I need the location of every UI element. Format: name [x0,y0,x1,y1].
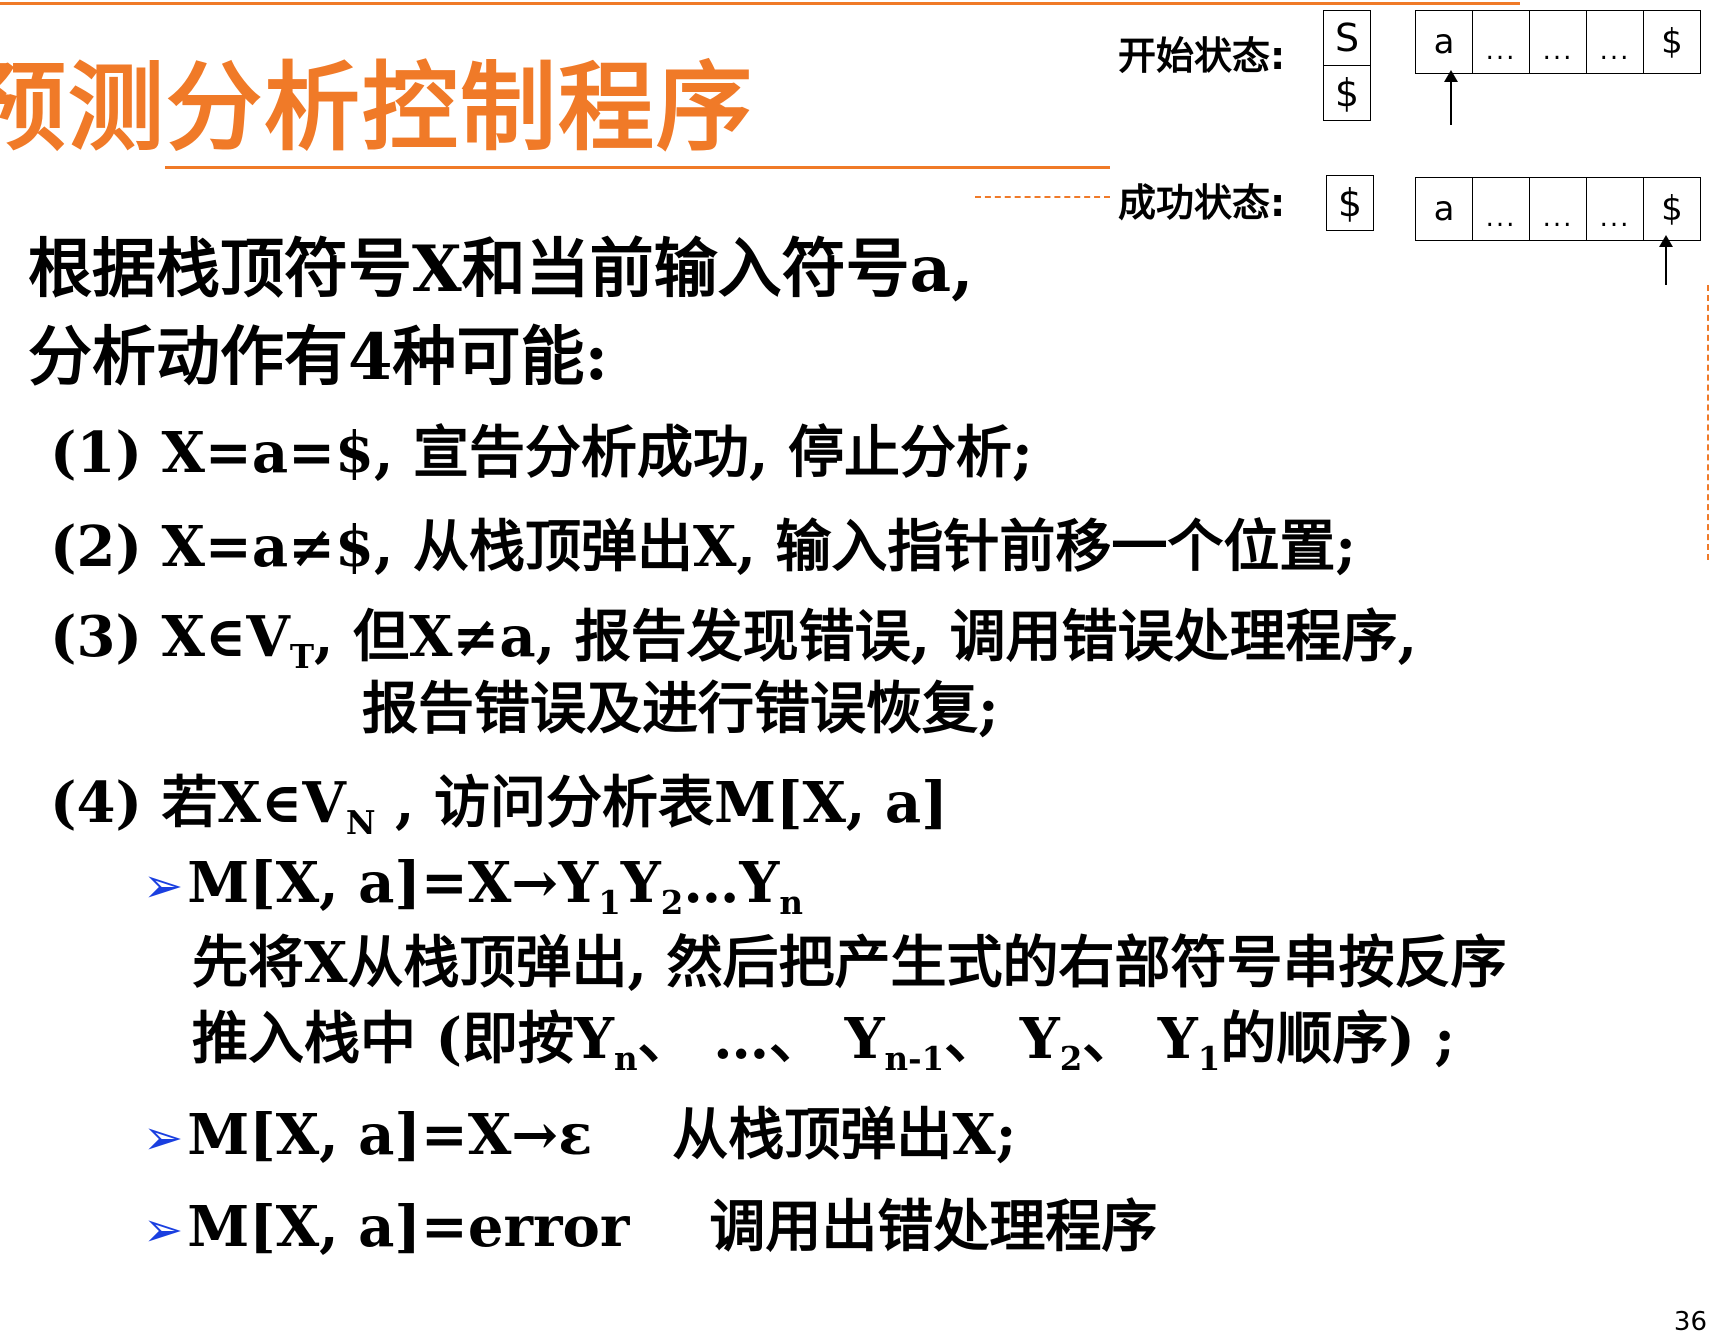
bullet-1-line-3-subscript: n [613,1040,638,1079]
case-3-text: (3) X∈V [50,604,290,670]
dashed-connector [975,196,1110,198]
input-pointer-arrow [1444,70,1458,125]
bullet-1-text: Y [620,850,661,916]
bullet-2: ➢M[X, a]=X→ε 从栈顶弹出X; [143,1090,1016,1171]
bullet-3-text: 调用出错处理程序 [709,1194,1158,1260]
case-3-text: , 但X≠a, 报告发现错误, 调用错误处理程序, [313,604,1418,670]
case-4-text: , 访问分析表M[X, a] [375,770,948,836]
bullet-1-subscript: 2 [660,884,684,923]
tape-cell: $ [1643,11,1700,73]
bullet-1-line-3-text: 的顺序) ; [1220,1006,1456,1072]
bullet-1-line-3-subscript: n-1 [884,1040,945,1079]
success-stack: $ [1326,175,1374,231]
bullet-1-text: M[X, a]=X→Y [187,850,599,916]
success-input-tape: a ... ... ... $ [1415,177,1701,241]
bullet-arrow-icon: ➢ [143,858,184,914]
intro-line-2: 分析动作有4种可能: [28,320,609,395]
bullet-1-line-3-subscript: 1 [1197,1040,1221,1079]
bullet-arrow-icon: ➢ [143,1202,184,1258]
bullet-1-subscript: n [779,884,803,923]
bullet-arrow-icon: ➢ [143,1110,184,1166]
case-3-line-2: 报告错误及进行错误恢复; [362,676,999,742]
bullet-1-line-3: 推入栈中 (即按Yn、 …、 Yn-1、 Y2、 Y1的顺序) ; [192,994,1455,1078]
tape-cell: ... [1472,178,1529,240]
case-4-subscript: N [345,804,376,843]
bullet-1-line-3-text: 、 Y [1082,1006,1198,1072]
start-state-label: 开始状态: [1118,34,1286,78]
tape-cell: a [1433,22,1455,62]
bullet-3: ➢M[X, a]=error 调用出错处理程序 [143,1182,1157,1263]
bullet-2-formula: M[X, a]=X→ε [187,1102,593,1168]
page-number: 36 [1673,1307,1707,1337]
bullet-2-text: 从栈顶弹出X; [672,1102,1017,1168]
intro-line-1: 根据栈顶符号X和当前输入符号a, [28,232,974,307]
bullet-1-line-3-text: 推入栈中 (即按Y [192,1006,614,1072]
bullet-1-subscript: 1 [598,884,621,923]
start-stack: S $ [1323,10,1371,121]
bullet-1-text: …Y [683,850,780,916]
case-1: (1) X=a=$, 宣告分析成功, 停止分析; [50,420,1033,486]
slide-title: 预测分析控制程序 [0,52,754,164]
bullet-3-formula: M[X, a]=error [187,1194,630,1260]
case-3-subscript: T [289,638,314,677]
tape-cell: ... [1529,178,1586,240]
bullet-1-line-3-subscript: 2 [1059,1040,1083,1079]
input-pointer-arrow [1659,235,1673,285]
tape-cell: ... [1586,178,1643,240]
stack-cell: $ [1337,181,1363,225]
right-dashed-line [1707,285,1709,560]
tape-cell: a [1433,189,1455,229]
case-4: (4) 若X∈VN , 访问分析表M[X, a] [50,758,948,842]
bullet-1-line-3-text: 、 Y [944,1006,1060,1072]
bullet-1: ➢M[X, a]=X→Y1Y2…Yn [143,850,803,922]
start-input-tape: a ... ... ... $ [1415,10,1701,74]
success-state-label: 成功状态: [1118,181,1286,225]
tape-cell: ... [1472,11,1529,73]
case-4-text: (4) 若X∈V [50,770,346,836]
tape-cell: $ [1643,178,1700,240]
tape-cell: ... [1586,11,1643,73]
stack-cell: $ [1324,65,1370,120]
case-2: (2) X=a≠$, 从栈顶弹出X, 输入指针前移一个位置; [50,514,1357,580]
bullet-1-line-3-text: 、 …、 Y [637,1006,885,1072]
bullet-1-line-2: 先将X从栈顶弹出, 然后把产生式的右部符号串按反序 [192,930,1507,996]
stack-cell: S [1334,16,1360,60]
top-accent-line [0,2,1520,5]
tape-cell: ... [1529,11,1586,73]
